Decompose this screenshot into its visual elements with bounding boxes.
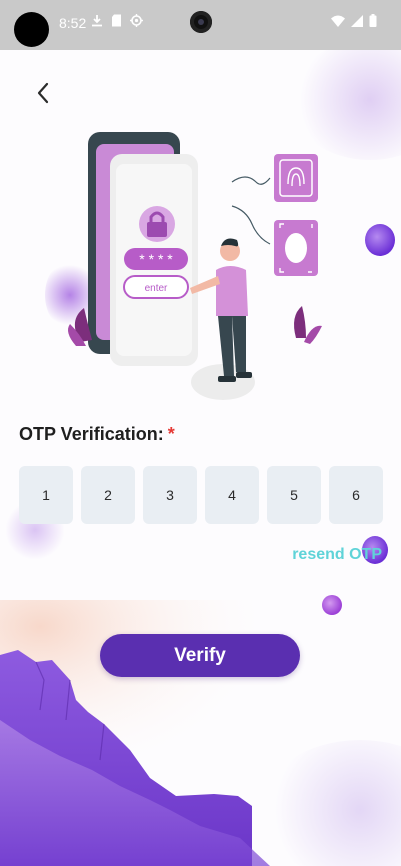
otp-digit-6[interactable]: 6 [329,466,383,524]
otp-screen: 8:52 * * * * enter OTP Verification: * 1… [0,0,401,866]
front-camera [190,11,212,33]
sd-card-icon [112,14,121,27]
battery-icon [369,14,377,27]
otp-digit-1[interactable]: 1 [19,466,73,524]
wifi-icon [331,15,345,27]
chevron-left-icon [37,82,49,104]
status-icons-left [91,14,143,27]
back-button[interactable] [26,76,60,110]
otp-input-row: 1 2 3 4 5 6 [19,466,383,524]
verify-button[interactable]: Verify [100,634,300,677]
signal-icon [351,14,363,27]
status-time: 8:52 [59,15,87,31]
otp-illustration: * * * * enter [68,132,322,400]
camera-cutout [14,12,49,47]
status-icons-right [331,14,377,27]
required-mark: * [167,424,175,444]
crosshair-icon [130,14,143,27]
otp-digit-3[interactable]: 3 [143,466,197,524]
svg-text:enter: enter [145,283,168,294]
status-bar: 8:52 [0,0,401,50]
svg-text:* * * *: * * * * [139,251,173,267]
otp-title: OTP Verification: * [19,424,175,445]
resend-otp-link[interactable]: resend OTP [292,546,382,564]
download-icon [92,15,102,27]
otp-title-text: OTP Verification: [19,424,164,444]
otp-digit-2[interactable]: 2 [81,466,135,524]
otp-digit-4[interactable]: 4 [205,466,259,524]
otp-digit-5[interactable]: 5 [267,466,321,524]
